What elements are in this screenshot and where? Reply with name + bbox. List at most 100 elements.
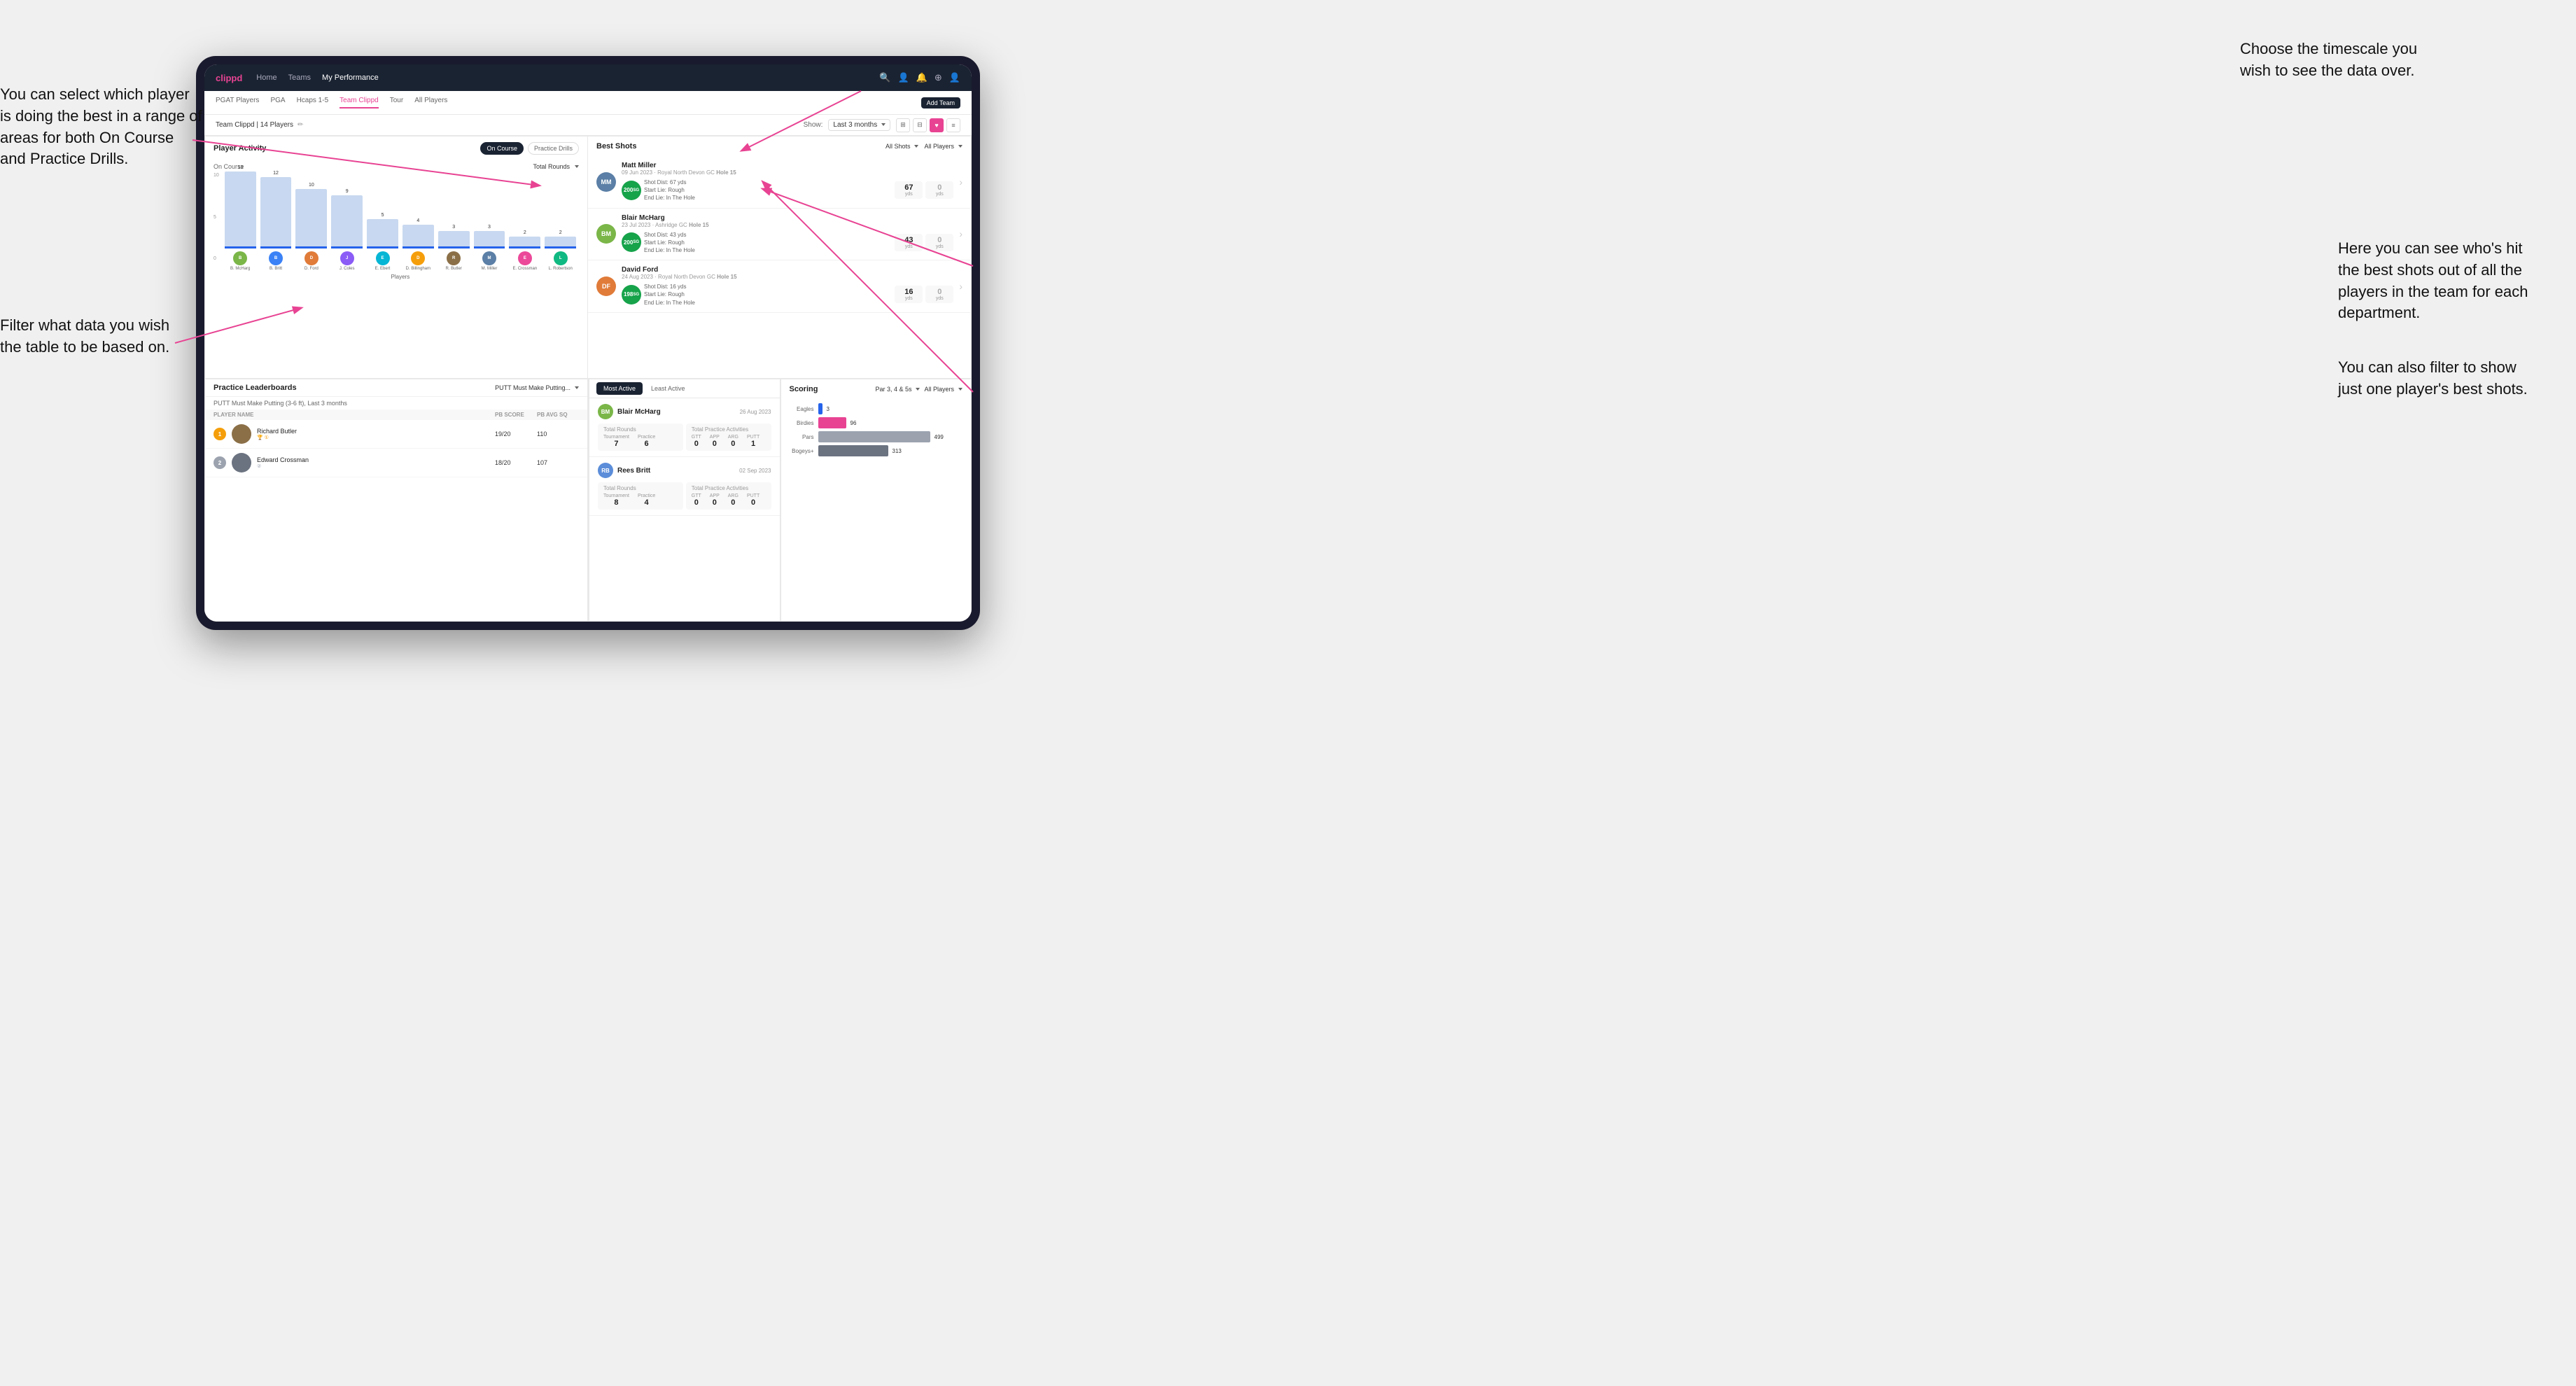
shot-chevron-2: › [959,281,962,292]
lb-player-0: 1 Richard Butler 🏆 ① [214,424,495,444]
bogeys-bar [818,445,888,456]
active-player-name-1: RB Rees Britt [598,463,650,478]
lb-score-0: 19/20 [495,430,537,438]
bar-avatar-0: B [233,251,247,265]
bar-avatar-2: D [304,251,318,265]
bar-name-2: D. Ford [304,267,318,271]
nav-link-performance[interactable]: My Performance [322,74,379,82]
lb-col-player: PLAYER NAME [214,412,495,418]
shot-stat-16: 16 yds [895,286,923,303]
lb-row-0[interactable]: 1 Richard Butler 🏆 ① 19/20 110 [205,420,587,449]
chart-dropdown[interactable]: Total Rounds [533,163,579,170]
player-activity-panel: Player Activity On Course Practice Drill… [204,136,588,379]
bell-icon[interactable]: 🔔 [916,72,927,83]
all-shots-label: All Shots [886,143,911,150]
edit-team-icon[interactable]: ✏ [298,121,303,129]
bar-name-0: B. McHarg [230,267,250,271]
lb-avg-0: 110 [537,430,579,438]
person-icon[interactable]: 👤 [898,72,909,83]
active-gtt-1: GTT 0 [692,493,701,507]
bar-value-1: 12 [273,171,279,176]
shot-text-1: Shot Dist: 43 ydsStart Lie: RoughEnd Lie… [644,231,892,255]
bar-avatar-8: E [518,251,532,265]
shot-details-1: 23 Jul 2023 · Ashridge GC Hole 15 [622,222,953,228]
add-icon[interactable]: ⊕ [934,72,942,83]
active-player-header-0: BM Blair McHarg 26 Aug 2023 [598,404,771,419]
bar-group-8: 2EE. Crossman [509,230,540,271]
bar-fill-8 [509,237,540,248]
tab-pga[interactable]: PGA [270,97,285,108]
bar-value-2: 10 [309,183,314,188]
lb-rank-1: 1 [214,428,226,440]
all-players-dropdown[interactable]: All Players [924,143,962,150]
active-player-0: BM Blair McHarg 26 Aug 2023 Total Rounds… [589,398,780,457]
bar-name-3: J. Coles [340,267,355,271]
best-shots-panel: Best Shots All Shots All Players [588,136,972,379]
active-rounds-title-0: Total Rounds [603,426,678,433]
annotation-timescale: Choose the timescale you wish to see the… [2240,38,2450,82]
practice-lb-subtitle: PUTT Must Make Putting (3-6 ft), Last 3 … [205,397,587,410]
active-arg-1: ARG 0 [728,493,738,507]
grid2-view-button[interactable]: ⊞ [896,118,910,132]
shot-text-2: Shot Dist: 16 ydsStart Lie: RoughEnd Lie… [644,283,892,307]
tab-hcaps[interactable]: Hcaps 1-5 [297,97,329,108]
scoring-panel: Scoring Par 3, 4 & 5s All Players [780,379,972,622]
active-practice-1: Practice 4 [638,493,655,507]
bar-value-3: 9 [346,189,349,194]
tab-all-players[interactable]: All Players [414,97,447,108]
shot-stat-67: 67 yds [895,181,923,199]
active-putt-0: PUTT 1 [747,435,760,448]
tab-team-clippd[interactable]: Team Clippd [340,97,379,108]
shot-avatar-1: BM [596,224,616,244]
tab-tour[interactable]: Tour [390,97,403,108]
shot-item-0[interactable]: MM Matt Miller 09 Jun 2023 · Royal North… [588,156,971,209]
dropdown-caret [881,123,886,126]
shot-stats-1: 200SG Shot Dist: 43 ydsStart Lie: RoughE… [622,231,953,255]
scoring-par-dropdown[interactable]: Par 3, 4 & 5s [875,386,920,393]
active-acts-title-0: Total Practice Activities [692,426,766,433]
lb-row-1[interactable]: 2 Edward Crossman ② 18/20 107 [205,449,587,477]
tab-pgat-players[interactable]: PGAT Players [216,97,259,108]
search-icon[interactable]: 🔍 [879,72,890,83]
nav-link-home[interactable]: Home [256,74,276,82]
shot-text-0: Shot Dist: 67 ydsStart Lie: RoughEnd Lie… [644,178,892,202]
on-course-tab[interactable]: On Course [480,142,524,155]
active-date-1: 02 Sep 2023 [739,468,771,474]
active-arg-0: ARG 0 [728,435,738,448]
practice-lb-caret [575,386,579,389]
practice-drills-tab[interactable]: Practice Drills [528,142,579,155]
scoring-bar-bogeys: Bogeys+ 313 [790,445,963,456]
shot-item-1[interactable]: BM Blair McHarg 23 Jul 2023 · Ashridge G… [588,209,971,261]
nav-link-teams[interactable]: Teams [288,74,311,82]
practice-lb-panel: Practice Leaderboards PUTT Must Make Put… [204,379,588,622]
practice-lb-dropdown-label: PUTT Must Make Putting... [495,384,570,391]
scoring-players-dropdown[interactable]: All Players [924,386,962,393]
bar-fill-2 [295,189,327,248]
active-acts-row-1: GTT 0 APP 0 ARG 0 [692,493,766,507]
all-players-label: All Players [924,143,954,150]
active-practice-0: Practice 6 [638,435,655,448]
all-shots-dropdown[interactable]: All Shots [886,143,919,150]
bar-value-4: 5 [382,213,384,218]
heart-view-button[interactable]: ♥ [930,118,944,132]
bar-group-6: 3RR. Butler [438,225,470,271]
bar-name-1: B. Britt [270,267,282,271]
nav-logo: clippd [216,73,242,83]
list-view-button[interactable]: ≡ [946,118,960,132]
practice-lb-dropdown[interactable]: PUTT Must Make Putting... [495,384,579,391]
bar-chart: 13BB. McHarg12BB. Britt10DD. Ford9JJ. Co… [222,173,579,278]
all-shots-caret [914,145,918,148]
annotation-filter: Filter what data you wish the table to b… [0,315,189,358]
bar-fill-1 [260,177,292,248]
shot-item-2[interactable]: DF David Ford 24 Aug 2023 · Royal North … [588,260,971,313]
tablet-screen: clippd Home Teams My Performance 🔍 👤 🔔 ⊕… [204,64,972,622]
grid3-view-button[interactable]: ⊟ [913,118,927,132]
most-active-tab[interactable]: Most Active [596,382,643,395]
scoring-header: Scoring Par 3, 4 & 5s All Players [781,379,972,399]
bar-name-5: D. Billingham [406,267,430,271]
bar-fill-6 [438,231,470,248]
account-icon[interactable]: 👤 [949,72,960,83]
timescale-dropdown[interactable]: Last 3 months [828,119,890,131]
least-active-tab[interactable]: Least Active [644,382,692,395]
add-team-button[interactable]: Add Team [921,97,960,108]
